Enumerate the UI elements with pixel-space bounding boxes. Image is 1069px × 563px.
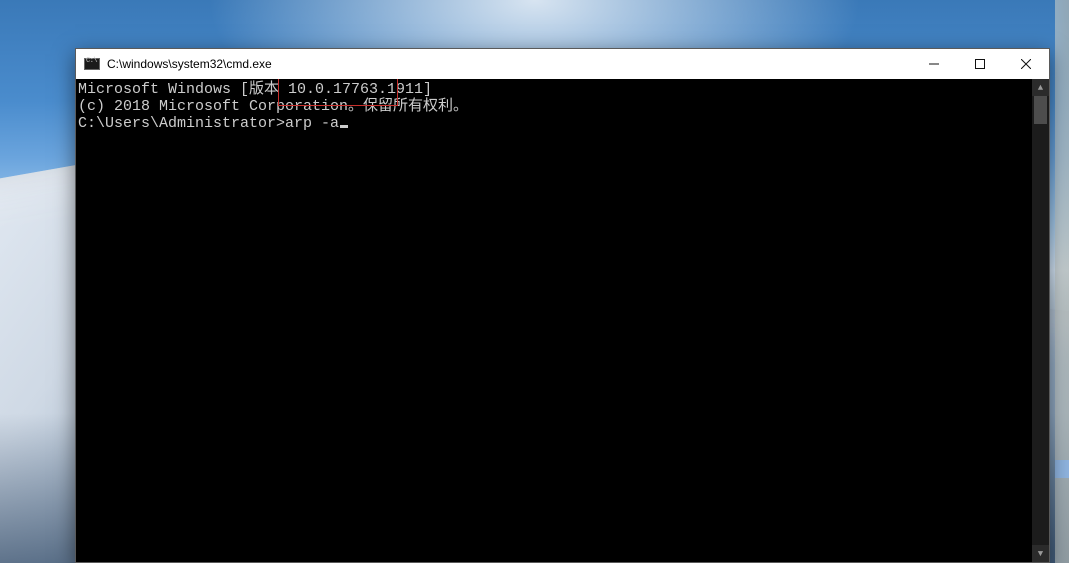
terminal-content[interactable]: Microsoft Windows [版本 10.0.17763.1911](c… <box>76 79 1032 562</box>
scrollbar-thumb[interactable] <box>1034 96 1047 124</box>
vertical-scrollbar[interactable]: ▲ ▼ <box>1032 79 1049 562</box>
terminal-prompt-line: C:\Users\Administrator>arp -a <box>78 115 348 132</box>
window-title: C:\windows\system32\cmd.exe <box>107 57 272 71</box>
scrollbar-down-arrow-icon[interactable]: ▼ <box>1032 545 1049 562</box>
terminal-line-version: Microsoft Windows [版本 10.0.17763.1911] <box>78 81 1030 98</box>
scrollbar-track[interactable] <box>1032 96 1049 545</box>
maximize-icon <box>975 59 985 69</box>
terminal-cursor <box>340 125 348 128</box>
titlebar[interactable]: C:\windows\system32\cmd.exe <box>76 49 1049 79</box>
terminal-line-copyright: (c) 2018 Microsoft Corporation。保留所有权利。 <box>78 98 1030 115</box>
scrollbar-up-arrow-icon[interactable]: ▲ <box>1032 79 1049 96</box>
terminal-prompt: C:\Users\Administrator> <box>78 115 285 132</box>
desktop-right-edge <box>1055 0 1069 563</box>
cmd-icon <box>84 58 100 70</box>
minimize-icon <box>929 59 939 69</box>
window-controls <box>911 49 1049 79</box>
terminal-body[interactable]: Microsoft Windows [版本 10.0.17763.1911](c… <box>76 79 1049 562</box>
minimize-button[interactable] <box>911 49 957 79</box>
maximize-button[interactable] <box>957 49 1003 79</box>
desktop-right-edge-highlight <box>1055 460 1069 478</box>
close-icon <box>1021 59 1031 69</box>
terminal-command: arp -a <box>285 115 339 132</box>
cmd-window: C:\windows\system32\cmd.exe Microsoft Wi… <box>75 48 1050 563</box>
close-button[interactable] <box>1003 49 1049 79</box>
